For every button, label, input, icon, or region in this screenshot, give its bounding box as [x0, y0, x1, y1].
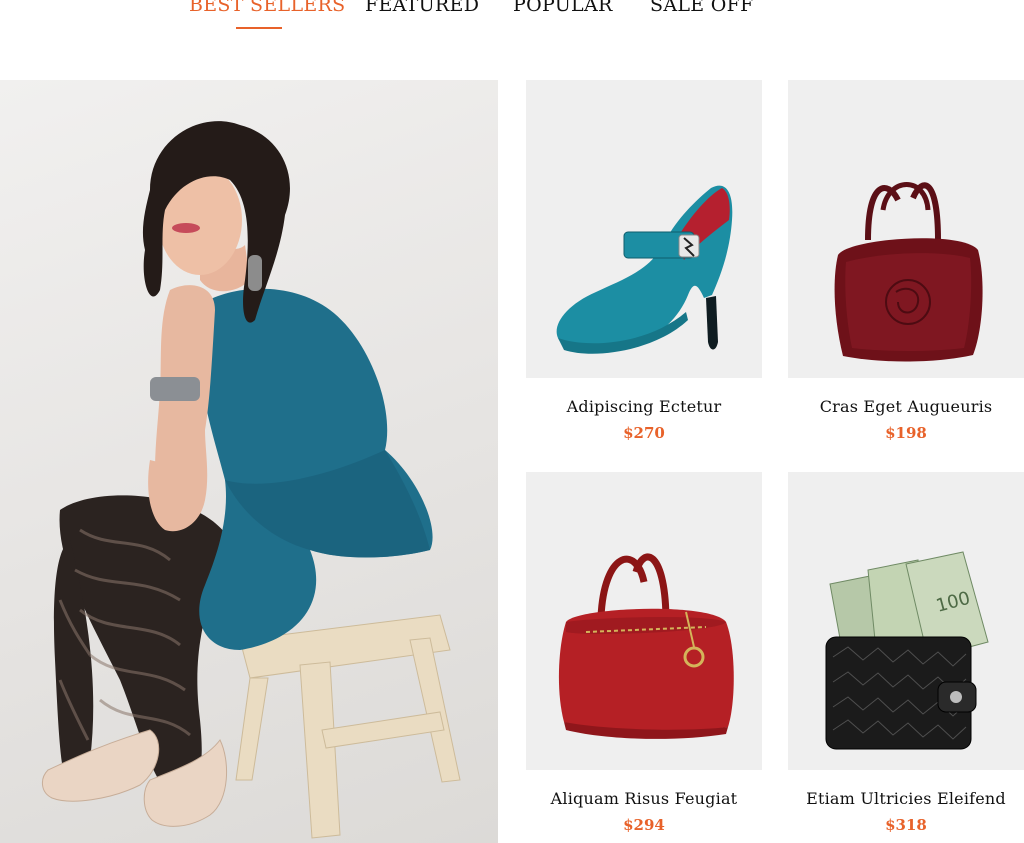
product-name[interactable]: Etiam Ultricies Eleifend	[788, 789, 1024, 808]
tab-sale-off[interactable]: SALE OFF	[650, 0, 754, 16]
product-image[interactable]	[526, 80, 762, 378]
product-image[interactable]	[788, 80, 1024, 378]
product-card[interactable]: 100 Etiam Ultricies Eleifend $318	[788, 472, 1024, 834]
product-card[interactable]: Aliquam Risus Feugiat $294	[526, 472, 762, 834]
tab-featured[interactable]: FEATURED	[365, 0, 479, 16]
active-tab-underline	[236, 27, 282, 29]
product-price: $270	[623, 424, 665, 442]
product-image[interactable]: 100	[788, 472, 1024, 770]
product-price: $198	[885, 424, 927, 442]
product-card[interactable]: Cras Eget Augueuris $198	[788, 80, 1024, 442]
product-name[interactable]: Adipiscing Ectetur	[526, 397, 762, 416]
tab-best-sellers[interactable]: BEST SELLERS	[189, 0, 345, 16]
product-price: $294	[623, 816, 665, 834]
product-price: $318	[885, 816, 927, 834]
product-tabs: BEST SELLERS FEATURED POPULAR SALE OFF	[0, 0, 1024, 40]
product-image[interactable]	[526, 472, 762, 770]
product-name[interactable]: Cras Eget Augueuris	[788, 397, 1024, 416]
product-name[interactable]: Aliquam Risus Feugiat	[526, 789, 762, 808]
product-card[interactable]: Adipiscing Ectetur $270	[526, 80, 762, 442]
hero-model-image[interactable]	[0, 80, 498, 843]
tab-popular[interactable]: POPULAR	[513, 0, 613, 16]
